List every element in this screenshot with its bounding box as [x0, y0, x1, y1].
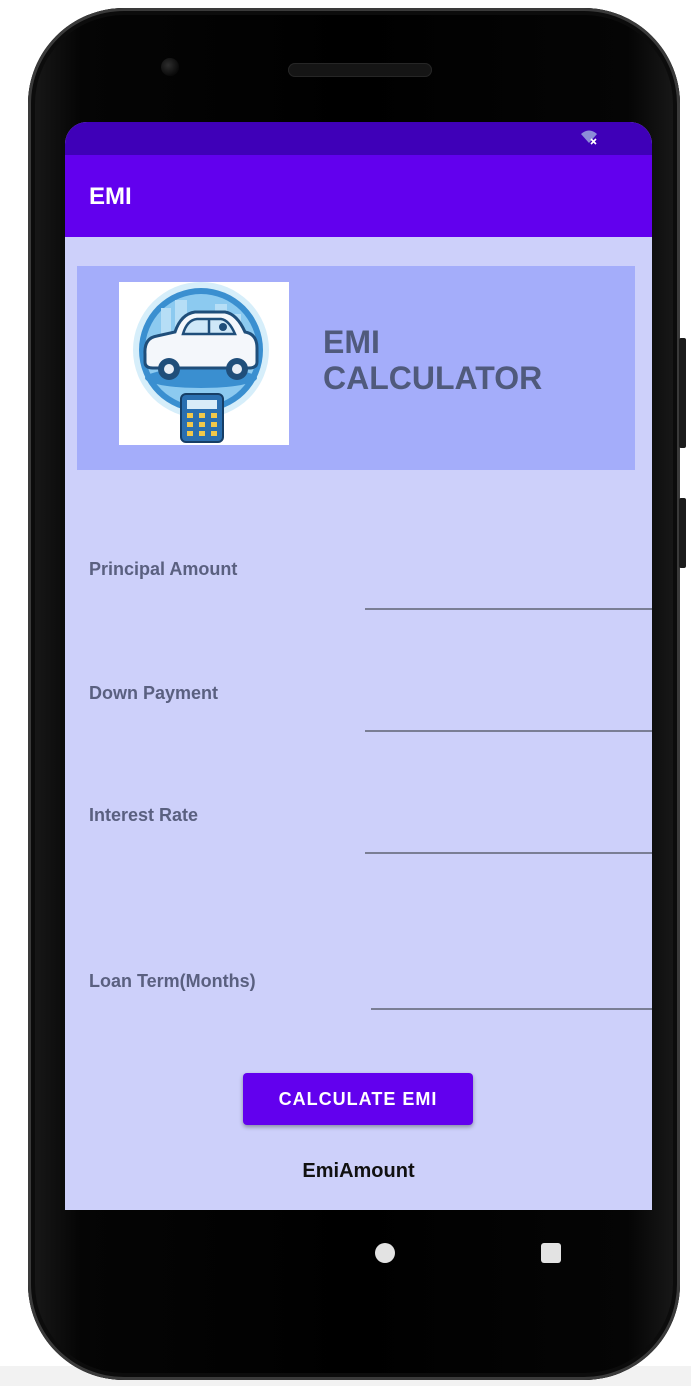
header-card: EMI CALCULATOR	[77, 266, 635, 470]
phone-frame: EMI EMI CALCULATOR Principal Amount Down…	[28, 8, 686, 1380]
front-camera	[161, 58, 179, 76]
down-payment-label: Down Payment	[89, 683, 219, 703]
home-icon[interactable]	[375, 1243, 395, 1263]
app-title: EMI	[89, 183, 132, 210]
app-screen: EMI EMI CALCULATOR Principal Amount Down…	[65, 122, 652, 1210]
emi-amount-text: EmiAmount	[302, 1160, 415, 1182]
app-bar: EMI	[65, 155, 652, 237]
down-payment-input[interactable]	[365, 700, 652, 732]
power-button	[679, 338, 686, 448]
interest-rate-input[interactable]	[365, 822, 652, 854]
principal-amount-label: Principal Amount	[89, 559, 238, 579]
volume-button	[679, 498, 686, 568]
status-bar	[65, 122, 652, 155]
header-title-line1: EMI	[323, 324, 380, 360]
loan-term-label: Loan Term(Months)	[89, 971, 256, 991]
header-title: EMI CALCULATOR	[323, 324, 623, 396]
logo	[119, 282, 289, 445]
car-calculator-logo-icon	[133, 282, 269, 443]
principal-amount-input[interactable]	[365, 578, 652, 610]
earpiece-speaker	[288, 63, 432, 77]
calculate-emi-button[interactable]: CALCULATE EMI	[243, 1073, 473, 1125]
interest-rate-label: Interest Rate	[89, 805, 199, 825]
recents-icon[interactable]	[541, 1243, 561, 1263]
header-title-line2: CALCULATOR	[323, 360, 543, 396]
wifi-icon	[581, 130, 597, 145]
loan-term-input[interactable]	[371, 978, 652, 1010]
